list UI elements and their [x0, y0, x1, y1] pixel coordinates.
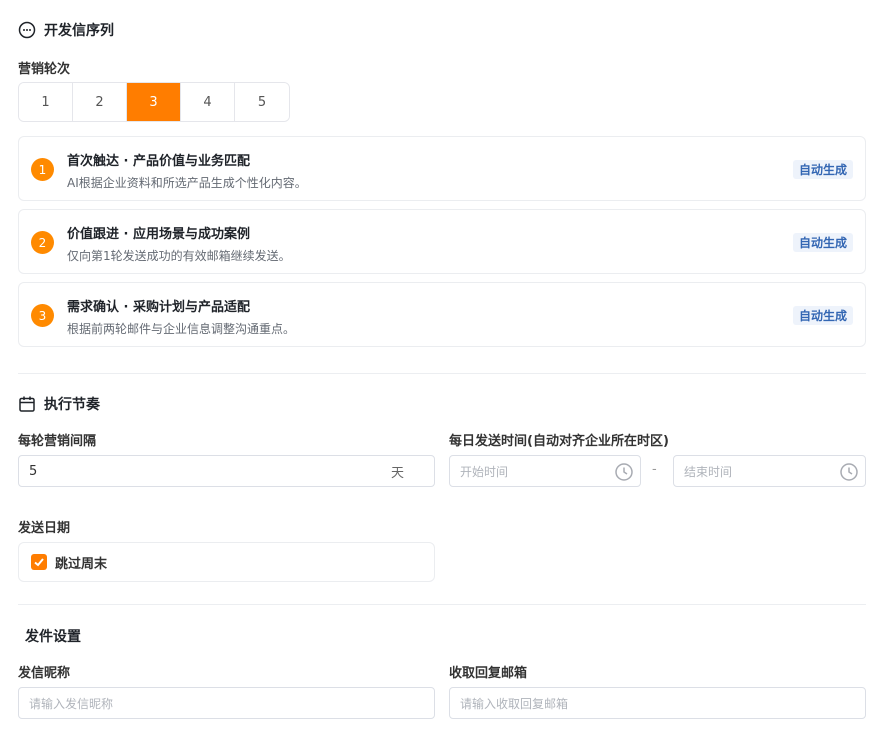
interval-input[interactable]: 5 天 [18, 455, 435, 487]
start-time-picker[interactable]: 开始时间 [449, 455, 641, 487]
schedule-section-title: 执行节奏 [18, 394, 100, 414]
calendar-icon [19, 396, 35, 412]
checkmark-icon [34, 558, 44, 567]
interval-label: 每轮营销间隔 [18, 434, 97, 449]
end-time-picker[interactable]: 结束时间 [673, 455, 866, 487]
reply-email-label: 收取回复邮箱 [449, 666, 528, 681]
auto-generate-tag: 自动生成 [792, 160, 853, 179]
round-option-2[interactable]: 2 [73, 83, 127, 121]
skip-weekend-checkbox[interactable] [31, 554, 47, 570]
round-option-1[interactable]: 1 [19, 83, 73, 121]
step-number-badge: 2 [31, 231, 54, 254]
sequence-title: 开发信序列 [44, 23, 114, 39]
step-card-2: 2 价值跟进 · 应用场景与成功案例 仅向第1轮发送成功的有效邮箱继续发送。 自… [18, 209, 866, 274]
step-title: 首次触达 · 产品价值与业务匹配 [67, 154, 250, 169]
clock-icon [840, 463, 858, 481]
step-card-1: 1 首次触达 · 产品价值与业务匹配 AI根据企业资料和所选产品生成个性化内容。… [18, 136, 866, 201]
step-description: 根据前两轮邮件与企业信息调整沟通重点。 [67, 322, 296, 336]
round-option-3[interactable]: 3 [127, 83, 181, 121]
skip-weekend-label: 跳过周末 [55, 556, 108, 572]
section-divider [18, 373, 866, 374]
nickname-input[interactable]: 请输入发信昵称 [18, 687, 435, 719]
step-title: 价值跟进 · 应用场景与成功案例 [67, 227, 250, 242]
rounds-selector: 1 2 3 4 5 [18, 82, 290, 122]
step-number-badge: 1 [31, 158, 54, 181]
nickname-placeholder: 请输入发信昵称 [29, 696, 114, 711]
start-time-placeholder: 开始时间 [460, 464, 509, 479]
chat-bubble-icon [18, 21, 36, 39]
rounds-label: 营销轮次 [18, 62, 71, 77]
interval-value: 5 [29, 463, 38, 479]
sender-section-title: 发件设置 [25, 626, 81, 646]
round-option-5[interactable]: 5 [235, 83, 289, 121]
section-divider [18, 604, 866, 605]
time-range-separator: - [652, 462, 657, 477]
step-number-badge: 3 [31, 304, 54, 327]
auto-generate-tag: 自动生成 [792, 233, 853, 252]
step-title: 需求确认 · 采购计划与产品适配 [67, 300, 250, 315]
step-card-3: 3 需求确认 · 采购计划与产品适配 根据前两轮邮件与企业信息调整沟通重点。 自… [18, 282, 866, 347]
nickname-label: 发信昵称 [18, 666, 71, 681]
reply-email-placeholder: 请输入收取回复邮箱 [460, 696, 569, 711]
sender-title: 发件设置 [25, 629, 81, 645]
step-description: 仅向第1轮发送成功的有效邮箱继续发送。 [67, 249, 291, 263]
end-time-placeholder: 结束时间 [684, 464, 733, 479]
round-option-4[interactable]: 4 [181, 83, 235, 121]
auto-generate-tag: 自动生成 [792, 306, 853, 325]
skip-weekend-option[interactable]: 跳过周末 [18, 542, 435, 582]
sequence-section-title: 开发信序列 [18, 20, 114, 40]
clock-icon [615, 463, 633, 481]
step-description: AI根据企业资料和所选产品生成个性化内容。 [67, 176, 307, 190]
send-date-label: 发送日期 [18, 521, 71, 536]
interval-unit: 天 [390, 465, 404, 481]
send-time-label: 每日发送时间(自动对齐企业所在时区) [449, 434, 669, 449]
reply-email-input[interactable]: 请输入收取回复邮箱 [449, 687, 866, 719]
schedule-title: 执行节奏 [44, 397, 100, 413]
